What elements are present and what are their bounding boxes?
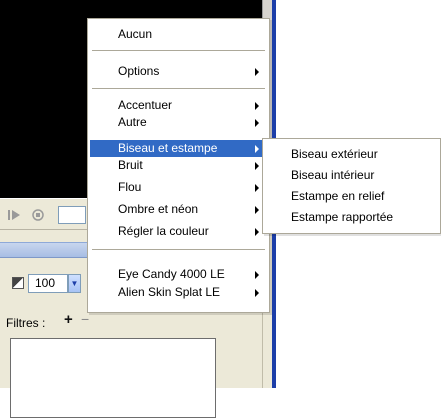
stop-icon[interactable] bbox=[32, 209, 44, 221]
menu-item-eye-candy[interactable]: Eye Candy 4000 LE bbox=[90, 266, 267, 283]
menu-item-label: Biseau et estampe bbox=[118, 141, 218, 155]
submenu-arrow-icon bbox=[255, 184, 259, 192]
menu-item-label: Estampe rapportée bbox=[291, 210, 394, 224]
add-filter-icon[interactable]: + bbox=[64, 312, 78, 327]
play-icon[interactable] bbox=[8, 209, 22, 221]
menu-separator bbox=[92, 88, 265, 89]
menu-item-label: Régler la couleur bbox=[118, 224, 209, 238]
menu-item-options[interactable]: Options bbox=[90, 63, 267, 80]
submenu-arrow-icon bbox=[255, 206, 259, 214]
time-field[interactable] bbox=[58, 206, 86, 224]
menu-separator bbox=[92, 249, 265, 250]
dropdown-arrow-icon[interactable]: ▼ bbox=[68, 274, 81, 293]
submenu-arrow-icon bbox=[255, 145, 259, 153]
submenu-item-estampe-rapportee[interactable]: Estampe rapportée bbox=[265, 209, 438, 226]
menu-item-label: Autre bbox=[118, 115, 147, 129]
menu-item-aucun[interactable]: Aucun bbox=[90, 26, 267, 43]
menu-item-label: Biseau intérieur bbox=[291, 168, 375, 182]
menu-item-label: Eye Candy 4000 LE bbox=[118, 267, 225, 281]
submenu-arrow-icon bbox=[255, 271, 259, 279]
remove-filter-icon[interactable]: − bbox=[81, 312, 91, 327]
opacity-icon bbox=[12, 277, 24, 289]
submenu-item-biseau-exterieur[interactable]: Biseau extérieur bbox=[265, 146, 438, 163]
filters-label: Filtres : bbox=[6, 316, 46, 330]
submenu-arrow-icon bbox=[255, 68, 259, 76]
menu-item-regler-la-couleur[interactable]: Régler la couleur bbox=[90, 223, 267, 240]
menu-item-label: Options bbox=[118, 64, 160, 78]
menu-item-label: Estampe en relief bbox=[291, 189, 385, 203]
filter-list[interactable] bbox=[10, 338, 216, 418]
menu-separator bbox=[92, 50, 265, 51]
menu-item-autre[interactable]: Autre bbox=[90, 114, 267, 131]
menu-item-biseau-et-estampe[interactable]: Biseau et estampe bbox=[90, 140, 267, 157]
menu-item-ombre-et-neon[interactable]: Ombre et néon bbox=[90, 201, 267, 218]
filter-context-menu: Aucun Options Accentuer Autre Biseau et … bbox=[87, 18, 270, 313]
submenu-arrow-icon bbox=[255, 228, 259, 236]
menu-item-accentuer[interactable]: Accentuer bbox=[90, 97, 267, 114]
menu-item-label: Ombre et néon bbox=[118, 202, 199, 216]
menu-item-label: Flou bbox=[118, 180, 142, 194]
menu-item-alien-skin-splat[interactable]: Alien Skin Splat LE bbox=[90, 284, 267, 301]
menu-item-label: Bruit bbox=[118, 158, 143, 172]
menu-item-flou[interactable]: Flou bbox=[90, 179, 267, 196]
submenu-arrow-icon bbox=[255, 162, 259, 170]
submenu-arrow-icon bbox=[255, 102, 259, 110]
opacity-input[interactable]: 100 bbox=[28, 274, 68, 293]
menu-item-bruit[interactable]: Bruit bbox=[90, 157, 267, 174]
menu-item-label: Aucun bbox=[118, 27, 153, 41]
submenu-item-estampe-en-relief[interactable]: Estampe en relief bbox=[265, 188, 438, 205]
menu-item-label: Accentuer bbox=[118, 98, 173, 112]
submenu-item-biseau-interieur[interactable]: Biseau intérieur bbox=[265, 167, 438, 184]
submenu-arrow-icon bbox=[255, 289, 259, 297]
biseau-submenu: Biseau extérieur Biseau intérieur Estamp… bbox=[262, 138, 441, 234]
submenu-arrow-icon bbox=[255, 119, 259, 127]
menu-item-label: Alien Skin Splat LE bbox=[118, 285, 221, 299]
menu-item-label: Biseau extérieur bbox=[291, 147, 378, 161]
